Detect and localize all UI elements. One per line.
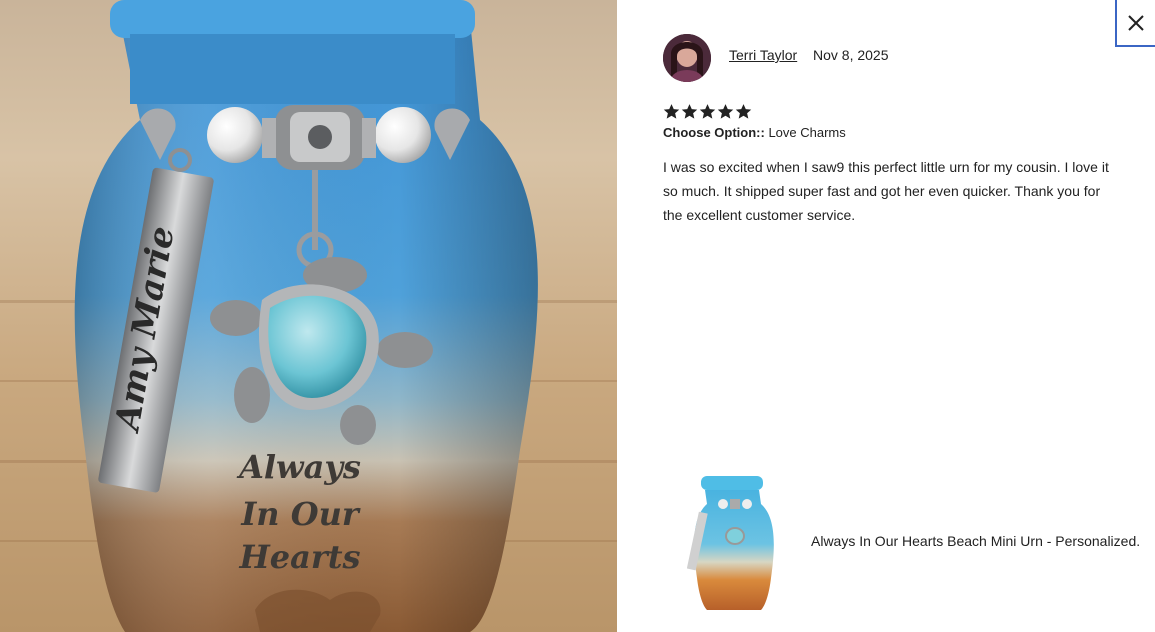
pearl-bead-right (375, 107, 431, 163)
product-title-link[interactable]: Always In Our Hearts Beach Mini Urn - Pe… (811, 533, 1140, 549)
star-icon (717, 104, 734, 119)
urn-lid (110, 0, 475, 38)
close-icon (1128, 14, 1144, 31)
rating-stars (663, 103, 752, 120)
reviewer-avatar (663, 34, 711, 82)
urn-engraving: Always In Our Hearts (236, 448, 361, 576)
engraving-line-1: Always (236, 448, 361, 486)
star-icon (735, 104, 752, 119)
star-icon (699, 104, 716, 119)
review-body: I was so excited when I saw9 this perfec… (663, 159, 1109, 223)
review-photo: Amy Marie Always In Our Hearts (0, 0, 617, 632)
engraving-line-3: Hearts (239, 538, 361, 576)
review-date: Nov 8, 2025 (813, 47, 889, 63)
review-detail-panel: Terri Taylor Nov 8, 2025 Choose Option::… (617, 0, 1155, 632)
close-button[interactable] (1115, 0, 1155, 47)
reviewer-name-link[interactable]: Terri Taylor (729, 47, 797, 63)
engraving-line-2: In Our (240, 495, 361, 533)
option-value: Love Charms (768, 125, 846, 140)
star-icon (681, 104, 698, 119)
product-thumbnail[interactable] (687, 470, 787, 618)
heart-engraving (255, 589, 381, 632)
pearl-bead-left (207, 107, 263, 163)
star-icon (663, 104, 680, 119)
review-option: Choose Option:: Love Charms (663, 125, 846, 140)
option-label: Choose Option:: (663, 125, 765, 140)
urn-photo-illustration: Amy Marie Always In Our Hearts (0, 0, 617, 632)
